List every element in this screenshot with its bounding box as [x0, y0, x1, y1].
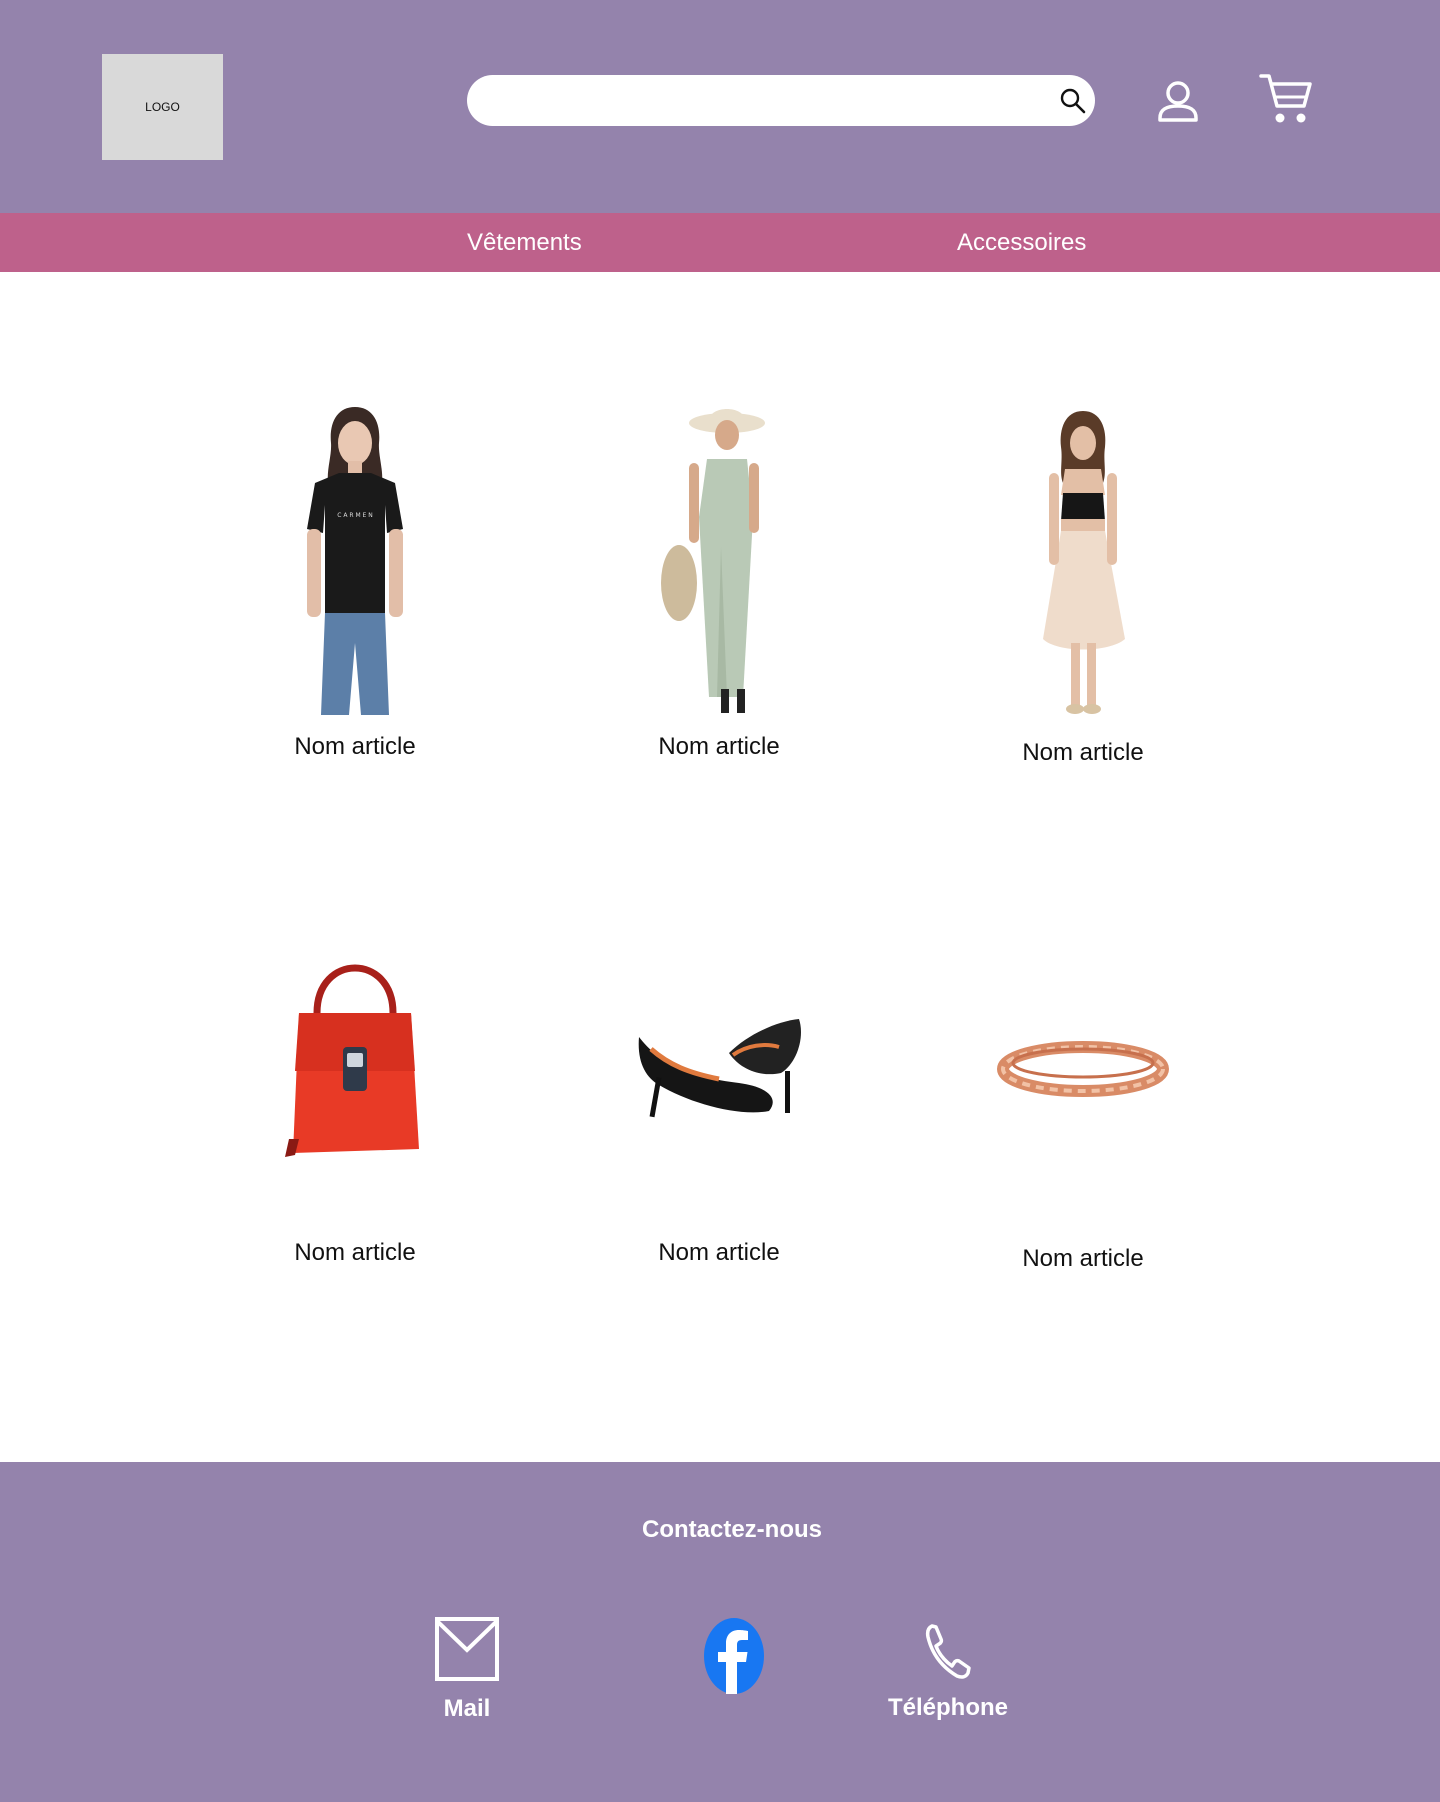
account-button[interactable]: [1152, 76, 1204, 128]
nav-item-vetements[interactable]: Vêtements: [467, 213, 582, 272]
mail-icon: [435, 1617, 499, 1681]
cart-icon: [1259, 74, 1312, 123]
contact-phone[interactable]: Téléphone: [878, 1621, 1018, 1722]
phone-icon: [925, 1624, 971, 1679]
contact-facebook[interactable]: [704, 1616, 764, 1703]
user-icon: [1158, 81, 1198, 122]
category-nav: Vêtements Accessoires: [0, 213, 1440, 272]
product-name: Nom article: [1022, 739, 1144, 766]
woman-tshirt-image: C A R M E N: [307, 407, 403, 715]
product-image[interactable]: [943, 909, 1223, 1229]
facebook-icon: [704, 1618, 764, 1694]
woman-skirt-image: [1043, 411, 1125, 714]
site-footer: Contactez-nous Mail Téléphone: [0, 1462, 1440, 1802]
svg-text:C A R M E N: C A R M E N: [337, 512, 372, 519]
product-name: Nom article: [658, 733, 780, 760]
product-name: Nom article: [294, 1239, 416, 1266]
product-card[interactable]: C A R M E N Nom article: [215, 397, 495, 761]
site-header: LOGO: [0, 0, 1440, 213]
contact-mail[interactable]: Mail: [417, 1616, 517, 1723]
product-card[interactable]: Nom article: [579, 397, 859, 761]
product-image[interactable]: [215, 903, 495, 1223]
product-image[interactable]: [579, 903, 859, 1223]
product-card[interactable]: Nom article: [943, 403, 1223, 767]
product-card[interactable]: Nom article: [579, 903, 859, 1267]
logo[interactable]: LOGO: [102, 54, 223, 160]
black-heels-image: [638, 1019, 801, 1118]
product-image[interactable]: [579, 397, 859, 717]
bracelet-image: [997, 1041, 1169, 1097]
woman-dress-image: [661, 409, 765, 713]
contact-title: Contactez-nous: [642, 1516, 822, 1543]
product-name: Nom article: [1022, 1245, 1144, 1272]
product-name: Nom article: [658, 1239, 780, 1266]
search-input[interactable]: [467, 75, 1095, 126]
product-image[interactable]: C A R M E N: [215, 397, 495, 717]
product-card[interactable]: Nom article: [943, 909, 1223, 1273]
product-card[interactable]: Nom article: [215, 903, 495, 1267]
product-image[interactable]: [943, 403, 1223, 723]
cart-button[interactable]: [1258, 70, 1314, 126]
search-icon: [1060, 88, 1086, 114]
product-name: Nom article: [294, 733, 416, 760]
search-button[interactable]: [1056, 84, 1090, 118]
nav-item-accessoires[interactable]: Accessoires: [957, 213, 1086, 272]
contact-mail-label: Mail: [443, 1695, 491, 1722]
logo-text: LOGO: [145, 100, 180, 114]
red-handbag-image: [285, 964, 419, 1157]
contact-phone-label: Téléphone: [887, 1694, 1008, 1721]
